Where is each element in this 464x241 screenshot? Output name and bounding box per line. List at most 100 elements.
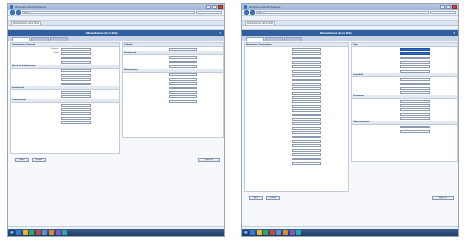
minimize-button[interactable] (440, 5, 445, 9)
form-field[interactable] (169, 99, 197, 103)
form-field[interactable] (292, 161, 322, 165)
form-field[interactable] (169, 47, 197, 51)
form-field[interactable] (292, 60, 322, 64)
form-field[interactable] (292, 47, 322, 51)
form-field[interactable] (292, 78, 322, 82)
form-field[interactable] (292, 74, 322, 77)
form-field[interactable] (169, 60, 197, 64)
back-icon[interactable] (10, 10, 15, 15)
taskbar-app-icon[interactable] (29, 230, 35, 235)
form-field[interactable] (169, 86, 197, 90)
address-bar[interactable]: http:// (256, 10, 429, 15)
form-field[interactable] (400, 69, 430, 73)
form-field[interactable] (400, 86, 430, 90)
form-field[interactable] (292, 126, 322, 130)
taskbar-app-icon[interactable] (250, 230, 256, 235)
taskbar-app-icon[interactable] (62, 230, 68, 235)
form-field[interactable] (60, 82, 91, 86)
form-field[interactable] (400, 52, 430, 55)
form-field[interactable] (60, 108, 91, 111)
form-field[interactable] (400, 82, 430, 86)
taskbar-app-icon[interactable] (269, 230, 275, 235)
form-field[interactable] (60, 116, 91, 120)
form-field[interactable] (60, 69, 91, 73)
form-field[interactable] (60, 95, 91, 99)
form-field[interactable] (292, 148, 322, 152)
form-field[interactable] (60, 90, 91, 94)
form-field[interactable] (400, 65, 430, 69)
form-field[interactable] (292, 122, 322, 126)
clear-button[interactable]: Limpiar (32, 158, 46, 162)
forward-icon[interactable] (250, 10, 255, 15)
back-button[interactable]: Atras (15, 158, 29, 162)
taskbar-app-icon[interactable] (283, 230, 289, 235)
maximize-button[interactable] (446, 5, 451, 9)
form-field[interactable] (292, 69, 322, 73)
form-field[interactable] (400, 125, 430, 129)
taskbar-app-icon[interactable] (289, 230, 295, 235)
form-tab[interactable] (284, 37, 302, 41)
forward-icon[interactable] (16, 10, 21, 15)
form-field[interactable] (60, 52, 91, 55)
form-field[interactable] (292, 157, 322, 161)
form-field[interactable] (60, 121, 91, 125)
form-field[interactable] (400, 78, 430, 81)
form-field[interactable] (400, 112, 430, 116)
form-field[interactable] (292, 91, 322, 95)
form-tab[interactable] (265, 37, 283, 41)
start-button[interactable] (9, 229, 15, 236)
form-field[interactable] (292, 87, 322, 91)
form-field[interactable] (292, 153, 322, 156)
next-button[interactable]: Siguiente (432, 196, 454, 200)
form-field[interactable] (400, 47, 430, 51)
form-field[interactable] (292, 113, 322, 117)
taskbar-app-icon[interactable] (296, 230, 302, 235)
form-field[interactable] (60, 78, 91, 81)
form-field[interactable] (292, 82, 322, 86)
form-field[interactable] (292, 109, 322, 113)
form-field[interactable] (169, 90, 197, 94)
form-field[interactable] (60, 73, 91, 77)
form-field[interactable] (169, 56, 197, 59)
search-input[interactable] (196, 10, 222, 15)
taskbar-app-icon[interactable] (16, 230, 22, 235)
form-field[interactable] (292, 144, 322, 148)
form-tab[interactable] (246, 37, 264, 41)
browser-tab[interactable]: Alimentacion de la Vida (245, 20, 275, 25)
form-field[interactable] (292, 131, 322, 135)
minimize-button[interactable] (206, 5, 211, 9)
maximize-button[interactable] (212, 5, 217, 9)
form-field[interactable] (292, 96, 322, 99)
browser-tab[interactable]: Alimentacion de la Vida (11, 20, 41, 25)
form-field[interactable] (400, 56, 430, 60)
taskbar-app-icon[interactable] (49, 230, 55, 235)
form-field[interactable] (292, 100, 322, 104)
form-field[interactable] (400, 104, 430, 107)
form-field[interactable] (169, 95, 197, 99)
back-button[interactable]: Atras (249, 196, 263, 200)
form-field[interactable] (292, 135, 322, 139)
form-field[interactable] (400, 117, 430, 121)
form-field[interactable] (169, 82, 197, 85)
form-field[interactable] (60, 56, 91, 60)
form-field[interactable] (400, 108, 430, 112)
form-field[interactable] (292, 65, 322, 69)
taskbar-app-icon[interactable] (276, 230, 282, 235)
clear-button[interactable]: Limpiar (266, 196, 280, 200)
form-field[interactable] (169, 77, 197, 81)
form-field[interactable] (169, 64, 197, 68)
form-field[interactable] (169, 73, 197, 77)
close-button[interactable] (218, 5, 223, 9)
form-field[interactable] (60, 47, 91, 51)
form-tab[interactable] (50, 37, 68, 41)
form-field[interactable] (60, 103, 91, 107)
back-icon[interactable] (244, 10, 249, 15)
form-tab[interactable] (12, 37, 30, 41)
close-button[interactable] (452, 5, 457, 9)
taskbar-app-icon[interactable] (55, 230, 61, 235)
form-field[interactable] (292, 56, 322, 60)
form-field[interactable] (292, 52, 322, 55)
next-button[interactable]: Siguiente (198, 158, 220, 162)
taskbar-app-icon[interactable] (263, 230, 269, 235)
form-field[interactable] (400, 91, 430, 95)
